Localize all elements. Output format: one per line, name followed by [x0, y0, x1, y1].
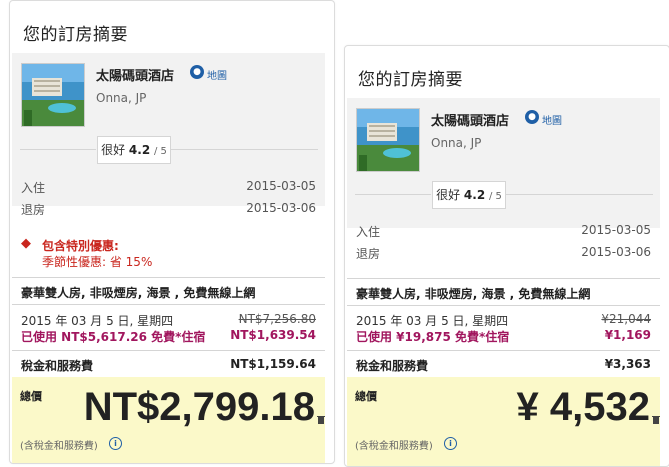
ticket-edge [345, 267, 669, 277]
night-date: 2015 年 03 月 5 日, 星期四 [21, 314, 174, 328]
divider [347, 305, 660, 306]
checkin-label: 入住 [356, 225, 381, 239]
rating-label: 很好 [101, 143, 126, 157]
tax-label: 稅金和服務費 [356, 359, 429, 373]
promo-title: 包含特別優惠: [42, 239, 119, 253]
total-note: (含稅金和服務費) [20, 441, 98, 452]
hotel-location: Onna, JP [431, 136, 482, 150]
discounted-price: NT$1,639.54 [230, 328, 316, 342]
tag-icon: ◆ [21, 236, 31, 251]
rating-label: 很好 [436, 188, 461, 202]
checkin-label: 入住 [21, 181, 46, 195]
hotel-thumbnail[interactable] [21, 63, 85, 127]
map-pin-icon[interactable]: ● [525, 110, 539, 124]
booking-summary-card: 您的訂房摘要 太陽碼頭酒店 ● 地圖 Onna, JP 很好 4.2 / 5 入… [344, 45, 669, 467]
divider [347, 350, 660, 351]
hotel-info-box: 太陽碼頭酒店 ● 地圖 Onna, JP 很好 4.2 / 5 [347, 98, 660, 228]
tax-label: 稅金和服務費 [21, 359, 94, 373]
checkout-date: 2015-03-06 [581, 245, 651, 259]
hotel-thumbnail[interactable] [356, 108, 420, 172]
total-box: 總價 ¥ 4,532 (含稅金和服務費) i [347, 377, 660, 466]
divider [505, 194, 653, 195]
summary-title: 您的訂房摘要 [23, 25, 128, 45]
discount-applied: 已使用 NT$5,617.26 免費*住宿 [21, 330, 206, 344]
total-amount: ¥ 4,532 [516, 385, 650, 429]
summary-title: 您的訂房摘要 [358, 70, 463, 90]
promo-detail: 季節性優惠: 省 15% [42, 255, 153, 269]
total-label: 總價 [355, 390, 377, 403]
room-name: 豪華雙人房, 非吸煙房, 海景 , 免費無線上網 [21, 286, 256, 300]
room-name: 豪華雙人房, 非吸煙房, 海景 , 免費無線上網 [356, 287, 591, 301]
original-price: ¥21,044 [601, 312, 651, 326]
tax-value: ¥3,363 [604, 357, 651, 371]
discounted-price: ¥1,169 [604, 328, 651, 342]
divider [170, 149, 318, 150]
night-date: 2015 年 03 月 5 日, 星期四 [356, 314, 509, 328]
map-pin-icon[interactable]: ● [190, 65, 204, 79]
booking-summary-card: 您的訂房摘要 太陽碼頭酒店 ● 地圖 Onna, JP 很好 4.2 / 5 入… [9, 0, 335, 464]
checkout-label: 退房 [356, 247, 381, 261]
trash-icon[interactable] [652, 415, 660, 424]
rating-score: 4.2 [463, 188, 486, 202]
rating-denominator: / 5 [489, 191, 502, 202]
map-link[interactable]: 地圖 [207, 67, 227, 82]
hotel-location: Onna, JP [96, 91, 147, 105]
tax-value: NT$1,159.64 [230, 357, 316, 371]
trash-icon[interactable] [317, 415, 325, 424]
rating-score: 4.2 [128, 143, 151, 157]
rating-denominator: / 5 [154, 146, 167, 157]
total-amount: NT$2,799.18 [83, 385, 315, 429]
hotel-name[interactable]: 太陽碼頭酒店 [431, 110, 509, 129]
ticket-edge [10, 220, 334, 230]
info-icon[interactable]: i [109, 437, 122, 450]
checkin-date: 2015-03-05 [581, 223, 651, 237]
checkout-label: 退房 [21, 203, 46, 217]
total-label: 總價 [20, 390, 42, 403]
rating-badge: 很好 4.2 / 5 [432, 181, 506, 209]
total-note: (含稅金和服務費) [355, 441, 433, 452]
discount-applied: 已使用 ¥19,875 免費*住宿 [356, 330, 510, 344]
divider [355, 194, 431, 195]
hotel-name[interactable]: 太陽碼頭酒店 [96, 65, 174, 84]
map-link[interactable]: 地圖 [542, 112, 562, 127]
divider [20, 149, 96, 150]
total-box: 總價 NT$2,799.18 (含稅金和服務費) i [12, 377, 325, 463]
divider [12, 304, 325, 305]
divider [12, 350, 325, 351]
original-price: NT$7,256.80 [238, 312, 316, 326]
divider [347, 278, 660, 279]
checkout-date: 2015-03-06 [246, 201, 316, 215]
hotel-info-box: 太陽碼頭酒店 ● 地圖 Onna, JP 很好 4.2 / 5 入住 2015-… [12, 53, 325, 217]
divider [12, 277, 325, 278]
rating-badge: 很好 4.2 / 5 [97, 136, 171, 164]
checkin-date: 2015-03-05 [246, 179, 316, 193]
info-icon[interactable]: i [444, 437, 457, 450]
